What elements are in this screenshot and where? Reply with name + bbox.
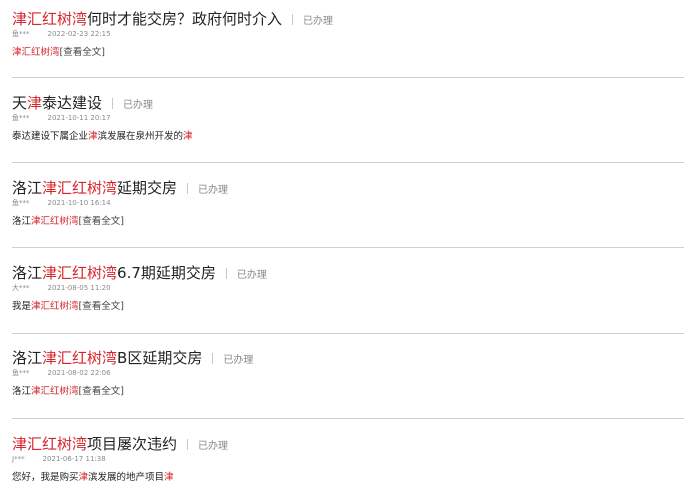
post-time: 2021-08-02 22:06: [47, 369, 111, 377]
title-text: B区延期交房: [117, 349, 203, 367]
title-text: 洛江: [12, 179, 43, 197]
summary-highlight: 津汇红树湾: [31, 301, 79, 312]
item-meta: 鱼*** 2022-02-23 22:15: [12, 28, 111, 40]
item-summary[interactable]: 洛江津汇红树湾[查看全文]: [12, 214, 124, 230]
user-name: 鱼***: [12, 199, 30, 207]
title-text: 延期交房: [117, 179, 178, 197]
summary-highlight: 津汇红树湾: [12, 47, 60, 58]
status-label: 已办理: [123, 100, 154, 111]
summary-highlight: 津: [88, 131, 98, 142]
title-highlight: 津汇红树湾: [42, 179, 118, 197]
item-divider: [12, 247, 684, 248]
item-summary[interactable]: 泰达建设下属企业津滨发展在泉州开发的津: [12, 129, 193, 145]
status-divider: [112, 98, 114, 109]
item-title[interactable]: 天津泰达建设 已办理: [12, 92, 153, 114]
title-highlight: 津汇红树湾: [12, 435, 88, 453]
title-text: 6.7期延期交房: [117, 264, 216, 282]
title-text: 天: [12, 94, 28, 112]
summary-highlight: 津: [164, 472, 174, 483]
read-more-link[interactable]: [查看全文]: [79, 216, 124, 227]
item-summary[interactable]: 洛江津汇红树湾[查看全文]: [12, 384, 124, 400]
status-label: 已办理: [198, 441, 229, 452]
summary-text: 滨发展的地产项目: [88, 472, 165, 483]
item-divider: [12, 418, 684, 419]
status-divider: [187, 439, 189, 450]
item-title[interactable]: 洛江津汇红树湾B区延期交房 已办理: [12, 347, 253, 369]
status-label: 已办理: [223, 355, 254, 366]
post-time: 2021-08-05 11:20: [47, 284, 111, 292]
read-more-link[interactable]: [查看全文]: [79, 386, 124, 397]
item-meta: J*** 2021-06-17 11:38: [12, 453, 106, 465]
user-name: 鱼***: [12, 369, 30, 377]
user-name: 大***: [12, 284, 30, 292]
item-summary[interactable]: 您好，我是购买津滨发展的地产项目津: [12, 470, 174, 486]
item-divider: [12, 333, 684, 334]
post-time: 2021-10-10 16:14: [47, 199, 111, 207]
title-text: 项目屡次违约: [87, 435, 178, 453]
item-meta: 鱼*** 2021-08-02 22:06: [12, 367, 111, 379]
title-highlight: 津汇红树湾: [42, 264, 118, 282]
post-time: 2021-06-17 11:38: [42, 455, 106, 463]
item-title[interactable]: 洛江津汇红树湾6.7期延期交房 已办理: [12, 262, 267, 284]
status-divider: [225, 268, 227, 279]
status-label: 已办理: [303, 16, 334, 27]
title-highlight: 津: [27, 94, 43, 112]
status-divider: [292, 14, 294, 25]
status-divider: [187, 183, 189, 194]
title-text: 何时才能交房？政府何时介入: [87, 10, 283, 28]
summary-text: 洛江: [12, 386, 32, 397]
item-meta: 鱼*** 2021-10-10 16:14: [12, 197, 111, 209]
post-time: 2022-02-23 22:15: [47, 30, 111, 38]
item-divider: [12, 77, 684, 78]
read-more-link[interactable]: [查看全文]: [60, 47, 105, 58]
post-time: 2021-10-11 20:17: [47, 114, 111, 122]
summary-highlight: 津汇红树湾: [31, 216, 79, 227]
title-text: 泰达建设: [42, 94, 103, 112]
summary-text: 我是: [12, 301, 32, 312]
summary-highlight: 津汇红树湾: [31, 386, 79, 397]
user-name: 鱼***: [12, 114, 30, 122]
summary-text: 您好，我是购买: [12, 472, 79, 483]
summary-text: 洛江: [12, 216, 32, 227]
message-list: 津汇红树湾何时才能交房？政府何时介入 已办理 鱼*** 2022-02-23 22:…: [0, 0, 700, 501]
title-text: 洛江: [12, 264, 43, 282]
item-title[interactable]: 津汇红树湾项目屡次违约 已办理: [12, 433, 228, 455]
title-text: 洛江: [12, 349, 43, 367]
summary-highlight: 津: [78, 472, 89, 483]
item-summary[interactable]: 我是津汇红树湾[查看全文]: [12, 299, 124, 315]
status-label: 已办理: [198, 185, 229, 196]
title-highlight: 津汇红树湾: [12, 10, 88, 28]
item-divider: [12, 162, 684, 163]
summary-highlight: 津: [183, 131, 193, 142]
title-highlight: 津汇红树湾: [42, 349, 118, 367]
user-name: 鱼***: [12, 30, 30, 38]
summary-text: 泰达建设下属企业: [12, 131, 89, 142]
user-name: J***: [12, 455, 25, 463]
item-title[interactable]: 津汇红树湾何时才能交房？政府何时介入 已办理: [12, 8, 333, 30]
read-more-link[interactable]: [查看全文]: [79, 301, 124, 312]
item-meta: 鱼*** 2021-10-11 20:17: [12, 112, 111, 124]
status-label: 已办理: [236, 270, 267, 281]
item-meta: 大*** 2021-08-05 11:20: [12, 282, 111, 294]
item-summary[interactable]: 津汇红树湾[查看全文]: [12, 45, 105, 61]
summary-text: 滨发展在泉州开发的: [97, 131, 184, 142]
status-divider: [212, 353, 214, 364]
item-title[interactable]: 洛江津汇红树湾延期交房 已办理: [12, 177, 228, 199]
